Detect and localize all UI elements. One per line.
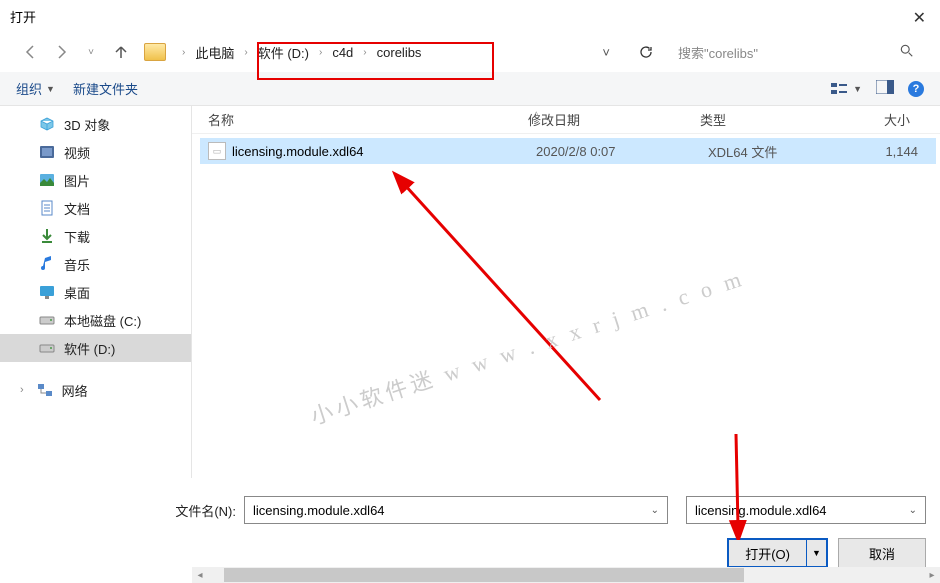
chevron-down-icon[interactable]: ⌄ xyxy=(909,505,917,516)
chevron-down-icon: ▼ xyxy=(853,84,862,94)
sidebar-item-desktop[interactable]: 桌面 xyxy=(0,278,191,306)
crumb-folder2[interactable]: corelibs xyxy=(373,43,426,62)
file-list: ▵ 名称 修改日期 类型 大小 ▭ licensing.module.xdl64… xyxy=(192,106,940,478)
sidebar-item-pictures[interactable]: 图片 xyxy=(0,166,191,194)
music-icon xyxy=(38,256,56,272)
crumb-drive[interactable]: 软件 (D:) xyxy=(254,41,313,64)
download-icon xyxy=(38,228,56,244)
cube-icon xyxy=(38,116,56,132)
filename-input[interactable]: licensing.module.xdl64 ⌄ xyxy=(244,496,668,524)
file-type: XDL64 文件 xyxy=(708,142,858,161)
open-button[interactable]: 打开(O) ▼ xyxy=(727,538,828,568)
horizontal-scrollbar[interactable]: ◂ ▸ xyxy=(192,567,940,583)
crumb-root[interactable]: 此电脑 xyxy=(191,41,238,64)
document-icon xyxy=(38,200,56,216)
search-placeholder: 搜索"corelibs" xyxy=(678,43,758,62)
file-name: licensing.module.xdl64 xyxy=(232,144,536,159)
organize-menu[interactable]: 组织 ▼ xyxy=(16,79,55,98)
disk-icon xyxy=(38,312,56,328)
file-type-filter[interactable]: licensing.module.xdl64 ⌄ xyxy=(686,496,926,524)
pictures-icon xyxy=(38,172,56,188)
file-date: 2020/2/8 0:07 xyxy=(536,144,708,159)
file-size: 1,144 xyxy=(858,144,918,159)
sidebar-item-network[interactable]: 网络 xyxy=(0,376,191,404)
sidebar-item-software-d[interactable]: 软件 (D:) xyxy=(0,334,191,362)
sidebar: 3D 对象 视频 图片 文档 下载 音乐 桌面 本地磁盘 (C:) 软件 (D:… xyxy=(0,106,192,478)
help-icon[interactable]: ? xyxy=(908,81,924,97)
file-icon: ▭ xyxy=(208,142,226,160)
sidebar-item-local-disk-c[interactable]: 本地磁盘 (C:) xyxy=(0,306,191,334)
chevron-down-icon: ▼ xyxy=(46,84,55,94)
column-type[interactable]: 类型 xyxy=(700,110,850,129)
preview-pane-button[interactable] xyxy=(876,80,894,97)
title-bar: 打开 ✕ xyxy=(0,0,940,32)
filename-label: 文件名(N): xyxy=(14,501,236,520)
forward-button[interactable] xyxy=(48,39,74,65)
breadcrumb[interactable]: › 此电脑 › 软件 (D:) › c4d › corelibs ˅ xyxy=(176,37,622,67)
window-title: 打开 xyxy=(10,7,36,26)
recent-dropdown[interactable]: ˅ xyxy=(78,39,104,65)
network-icon xyxy=(36,382,54,398)
sidebar-item-3d-objects[interactable]: 3D 对象 xyxy=(0,110,191,138)
nav-bar: ˅ › 此电脑 › 软件 (D:) › c4d › corelibs ˅ 搜索"… xyxy=(0,32,940,72)
search-input[interactable]: 搜索"corelibs" xyxy=(670,37,922,67)
chevron-down-icon[interactable]: ⌄ xyxy=(651,505,659,516)
sidebar-item-documents[interactable]: 文档 xyxy=(0,194,191,222)
new-folder-button[interactable]: 新建文件夹 xyxy=(73,79,138,98)
video-icon xyxy=(38,144,56,160)
sidebar-item-music[interactable]: 音乐 xyxy=(0,250,191,278)
scrollbar-thumb[interactable] xyxy=(224,568,744,582)
sort-indicator-icon: ▵ xyxy=(534,108,539,119)
disk-icon xyxy=(38,340,56,356)
cancel-button[interactable]: 取消 xyxy=(838,538,926,568)
close-icon[interactable]: ✕ xyxy=(913,8,926,28)
up-button[interactable] xyxy=(108,39,134,65)
sidebar-item-videos[interactable]: 视频 xyxy=(0,138,191,166)
column-date[interactable]: 修改日期 xyxy=(528,110,700,129)
open-dropdown-icon[interactable]: ▼ xyxy=(806,540,826,566)
chevron-right-icon: › xyxy=(244,47,247,58)
search-icon[interactable] xyxy=(900,44,914,61)
column-name[interactable]: 名称 xyxy=(208,110,528,129)
column-headers: 名称 修改日期 类型 大小 xyxy=(192,106,940,134)
file-row[interactable]: ▭ licensing.module.xdl64 2020/2/8 0:07 X… xyxy=(200,138,936,164)
chevron-down-icon[interactable]: ˅ xyxy=(602,45,616,60)
desktop-icon xyxy=(38,284,56,300)
chevron-right-icon: › xyxy=(319,47,322,58)
view-options-button[interactable]: ▼ xyxy=(831,82,862,96)
chevron-right-icon: › xyxy=(363,47,366,58)
main-area: 3D 对象 视频 图片 文档 下载 音乐 桌面 本地磁盘 (C:) 软件 (D:… xyxy=(0,106,940,478)
refresh-button[interactable] xyxy=(632,38,660,66)
column-size[interactable]: 大小 xyxy=(850,110,910,129)
scroll-right-icon[interactable]: ▸ xyxy=(924,570,940,581)
back-button[interactable] xyxy=(18,39,44,65)
folder-icon xyxy=(144,43,166,61)
toolbar: 组织 ▼ 新建文件夹 ▼ ? xyxy=(0,72,940,106)
scroll-left-icon[interactable]: ◂ xyxy=(192,570,208,581)
chevron-right-icon: › xyxy=(182,47,185,58)
sidebar-item-downloads[interactable]: 下载 xyxy=(0,222,191,250)
crumb-folder1[interactable]: c4d xyxy=(328,43,357,62)
